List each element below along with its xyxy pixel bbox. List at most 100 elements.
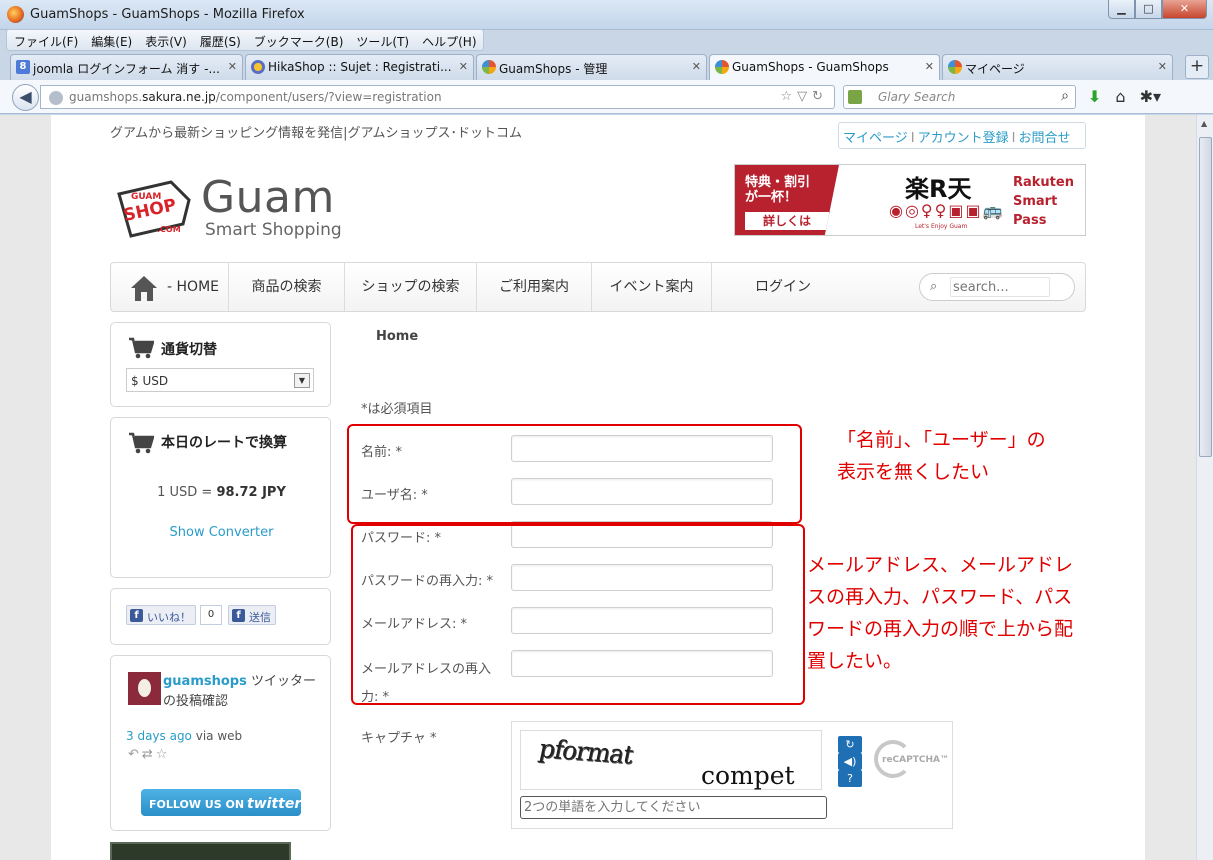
close-tab-icon[interactable]: ✕ (459, 60, 468, 73)
nav-login[interactable]: ログイン (712, 263, 854, 311)
twitter-follow-button[interactable]: FOLLOW US ON twitter (141, 789, 301, 816)
home-icon[interactable]: ⌂ (1115, 87, 1125, 106)
facebook-box: f いいね！ 0 f 送信 (110, 588, 331, 645)
back-button[interactable]: ◀ (12, 84, 39, 111)
nav-home[interactable]: - HOME (111, 263, 229, 311)
house-icon (131, 276, 157, 301)
tab-guamshops-admin[interactable]: GuamShops - 管理 ✕ (476, 54, 707, 80)
new-tab-button[interactable]: + (1185, 55, 1209, 79)
required-note: *は必須項目 (361, 402, 433, 417)
site-search-input[interactable] (950, 277, 1050, 297)
search-icon: ⌕ (930, 279, 938, 294)
nav-tools: ⬇ ⌂ ✱▾ (1088, 87, 1161, 106)
scroll-up-icon[interactable]: ▲ (1201, 119, 1207, 128)
page-viewport: グアムから最新ショッピング情報を発信|グアムショップス･ドットコム マイページ I… (0, 115, 1213, 860)
refresh-icon[interactable]: ↻ (838, 736, 862, 753)
fb-like-button[interactable]: f いいね！ (126, 605, 196, 625)
captcha-label: キャプチャ * (361, 731, 437, 746)
menu-tools[interactable]: ツール(T) (349, 30, 415, 50)
annotation-box-name-username (347, 424, 802, 524)
menu-view[interactable]: 表示(V) (138, 30, 193, 50)
close-tab-icon[interactable]: ✕ (925, 60, 934, 73)
search-bar[interactable]: Glary Search ⌕ (843, 85, 1076, 109)
tab-guamshops[interactable]: GuamShops - GuamShops ✕ (709, 54, 940, 81)
addon-icon[interactable]: ✱▾ (1140, 87, 1161, 106)
close-tab-icon[interactable]: ✕ (228, 60, 237, 73)
close-button[interactable]: ✕ (1162, 0, 1207, 19)
site-tagline: グアムから最新ショッピング情報を発信|グアムショップス･ドットコム (110, 126, 523, 141)
help-icon[interactable]: ? (838, 770, 862, 787)
cart-icon (129, 432, 154, 454)
fb-like-count: 0 (200, 605, 222, 625)
window-title: GuamShops - GuamShops - Mozilla Firefox (30, 7, 305, 22)
tweet-text: guamshops ツイッターの投稿確認 (163, 674, 316, 709)
firefox-icon (7, 6, 24, 23)
url-path: /component/users/?view=registration (215, 90, 442, 104)
exchange-rate: 1 USD = 98.72 JPY (157, 485, 286, 500)
tab-label: HikaShop :: Sujet : Registrati... (268, 60, 452, 74)
annotation-box-email-password (351, 524, 805, 705)
site-search: ⌕ (919, 273, 1075, 301)
twitter-username[interactable]: guamshops (163, 674, 247, 689)
recaptcha-logo: reCAPTCHA™ (874, 740, 949, 780)
vertical-scrollbar[interactable]: ▲ (1196, 115, 1213, 860)
link-contact[interactable]: お問合せ (1018, 131, 1070, 146)
download-icon[interactable]: ⬇ (1088, 87, 1101, 106)
menu-bookmarks[interactable]: ブックマーク(B) (247, 30, 350, 50)
audio-icon[interactable]: ◀) (838, 753, 862, 770)
banner-details-button[interactable]: 詳しくは (745, 212, 829, 230)
currency-select[interactable]: $ USD ▼ (126, 368, 314, 392)
close-tab-icon[interactable]: ✕ (692, 60, 701, 73)
twitter-box: guamshops ツイッターの投稿確認 3 days ago via web … (110, 655, 331, 831)
tweet-actions-icon[interactable]: ↶⇄☆ (128, 747, 170, 762)
tab-joomla-login[interactable]: 8 joomla ログインフォーム 消す -... ✕ (10, 54, 243, 80)
link-mypage[interactable]: マイページ (843, 131, 908, 146)
sidebar-dark-widget (110, 842, 291, 860)
converter-title: 本日のレートで換算 (161, 435, 287, 451)
breadcrumb[interactable]: Home (376, 329, 418, 344)
tweet-time-link[interactable]: 3 days ago (126, 729, 192, 743)
menu-bar: ファイル(F) 編集(E) 表示(V) 履歴(S) ブックマーク(B) ツール(… (6, 29, 484, 51)
avatar[interactable] (128, 672, 161, 705)
web-page: グアムから最新ショッピング情報を発信|グアムショップス･ドットコム マイページ I… (51, 115, 1145, 860)
menu-file[interactable]: ファイル(F) (7, 30, 84, 50)
url-bar[interactable]: guamshops.sakura.ne.jp/component/users/?… (40, 85, 835, 109)
hikashop-icon (251, 60, 265, 74)
menu-help[interactable]: ヘルプ(H) (415, 30, 482, 50)
logo-word: Guam (201, 172, 335, 223)
cart-icon (129, 337, 154, 359)
nav-shop-search[interactable]: ショップの検索 (345, 263, 477, 311)
bookmark-star-icon[interactable]: ☆▽↻ (780, 89, 828, 104)
navigation-toolbar: ◀ guamshops.sakura.ne.jp/component/users… (0, 80, 1213, 114)
menu-history[interactable]: 履歴(S) (193, 30, 247, 50)
banner-red-panel: 特典・割引 が一杯！ 詳しくは (735, 165, 839, 235)
facebook-icon: f (130, 609, 143, 622)
nav-events[interactable]: イベント案内 (592, 263, 712, 311)
search-bar-placeholder: Glary Search (878, 90, 956, 104)
nav-product-search[interactable]: 商品の検索 (229, 263, 345, 311)
tab-label: GuamShops - GuamShops (732, 60, 889, 74)
show-converter-link[interactable]: Show Converter (111, 525, 332, 540)
link-register[interactable]: アカウント登録 (918, 131, 1009, 146)
tab-hikashop[interactable]: HikaShop :: Sujet : Registrati... ✕ (245, 54, 474, 80)
dropdown-arrow-icon[interactable]: ▼ (294, 373, 310, 388)
facebook-icon: f (232, 609, 245, 622)
close-tab-icon[interactable]: ✕ (1158, 60, 1167, 73)
main-nav: - HOME 商品の検索 ショップの検索 ご利用案内 イベント案内 ログイン ⌕ (110, 262, 1086, 312)
globe-icon (49, 91, 63, 105)
rakuten-banner[interactable]: 特典・割引 が一杯！ 詳しくは 楽R天 ◉◎♀♀▣▣🚌 Let's Enjoy G… (734, 164, 1086, 236)
magnifier-icon[interactable]: ⌕ (1061, 88, 1069, 104)
nav-guide[interactable]: ご利用案内 (477, 263, 592, 311)
fb-send-button[interactable]: f 送信 (228, 605, 276, 625)
captcha-input[interactable] (520, 796, 827, 819)
scrollbar-thumb[interactable] (1199, 137, 1212, 457)
search-engine-icon[interactable] (848, 90, 862, 104)
joomla-icon (715, 60, 729, 74)
menu-edit[interactable]: 編集(E) (84, 30, 138, 50)
currency-selected: $ USD (131, 374, 169, 388)
tab-mypage[interactable]: マイページ ✕ (942, 54, 1173, 80)
annotation-text-1: 「名前」、「ユーザー」の 表示を無くしたい (837, 429, 1046, 483)
maximize-button[interactable]: □ (1135, 0, 1162, 19)
minimize-button[interactable]: ▁ (1108, 0, 1135, 19)
window-titlebar: GuamShops - GuamShops - Mozilla Firefox … (0, 0, 1213, 30)
